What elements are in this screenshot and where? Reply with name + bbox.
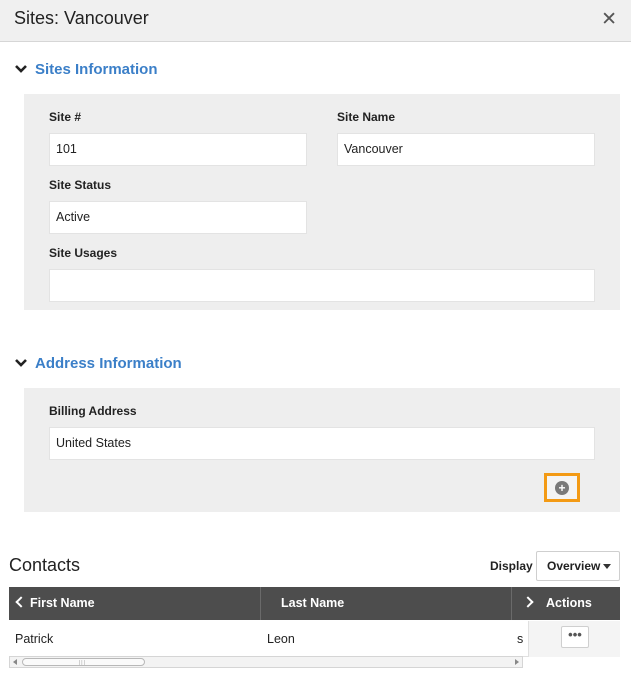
caret-down-icon [603,564,611,569]
display-selected-value: Overview [547,559,601,573]
dialog-title: Sites: Vancouver [14,8,149,28]
column-divider [511,587,512,620]
site-name-label: Site Name [337,110,396,124]
row-actions-cell: ••• [528,621,620,657]
column-last-name[interactable]: Last Name [281,587,344,620]
scroll-left-icon[interactable] [13,659,17,665]
horizontal-scrollbar[interactable]: ||| [9,656,523,668]
close-icon[interactable]: ✕ [601,8,617,31]
scrollbar-thumb[interactable]: ||| [22,658,145,666]
sites-info-panel: Site # 101 Site Name Vancouver Site Stat… [24,94,620,310]
chevron-right-icon[interactable] [522,596,534,608]
add-address-button[interactable]: + [544,473,580,502]
site-usages-label: Site Usages [49,246,118,260]
plus-circle-icon: + [555,480,569,495]
site-number-label: Site # [49,110,82,124]
site-usages-field[interactable] [49,269,595,302]
column-first-name[interactable]: First Name [30,587,95,620]
chevron-down-icon [15,359,27,367]
scroll-right-icon[interactable] [515,659,519,665]
contacts-title: Contacts [9,555,81,575]
billing-address-label: Billing Address [49,404,137,418]
display-select[interactable]: Overview [536,551,620,581]
billing-address-field[interactable]: United States [49,427,595,460]
display-label: Display [490,559,533,573]
chevron-down-icon [15,65,27,73]
address-info-toggle[interactable]: Address Information [14,353,182,373]
dialog-titlebar: Sites: Vancouver ✕ [0,0,631,42]
ellipsis-icon[interactable]: ••• [561,626,589,648]
site-status-label: Site Status [49,178,112,192]
site-status-field[interactable]: Active [49,201,307,234]
cell-first-name: Patrick [15,632,54,646]
column-divider [260,587,261,620]
sites-info-heading: Sites Information [35,60,158,78]
address-info-heading: Address Information [35,354,182,372]
address-info-panel: Billing Address United States [24,388,620,512]
site-name-field[interactable]: Vancouver [337,133,595,166]
sites-info-toggle[interactable]: Sites Information [14,59,158,79]
site-number-field[interactable]: 101 [49,133,307,166]
contacts-grid-header: First Name Last Name Actions [9,587,620,620]
column-actions: Actions [546,596,592,610]
grip-icon: ||| [79,660,86,666]
cell-last-name: Leon [267,632,295,646]
chevron-left-icon[interactable] [15,596,27,608]
cell-truncated: s [517,632,524,646]
